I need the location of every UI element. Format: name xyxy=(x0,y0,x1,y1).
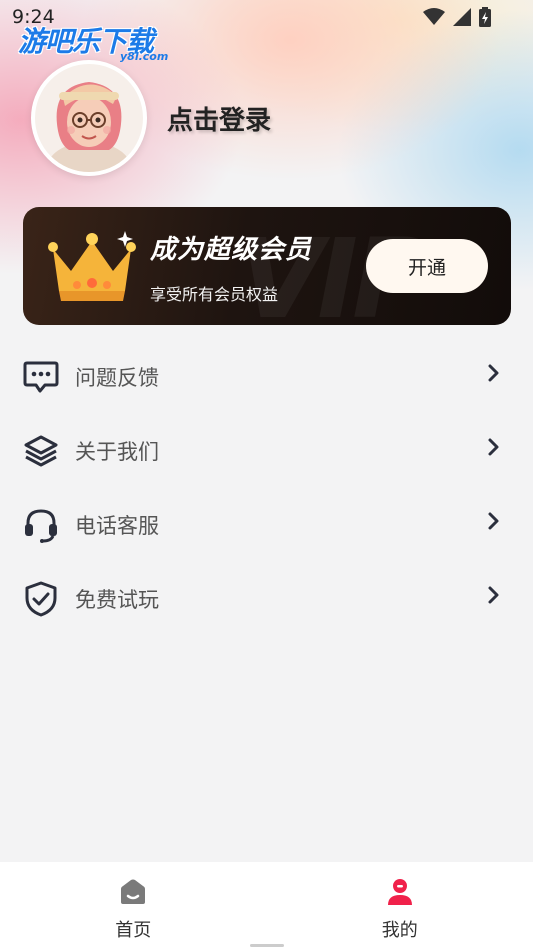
avatar-illustration xyxy=(35,64,143,172)
menu-item-free-trial[interactable]: 免费试玩 xyxy=(0,562,533,636)
bottom-tab-bar: 首页 我的 xyxy=(0,862,533,948)
signal-icon xyxy=(453,8,471,26)
menu-label-about: 关于我们 xyxy=(75,440,159,464)
status-icons xyxy=(423,7,491,27)
vip-title: 成为超级会员 xyxy=(150,235,313,265)
tab-label-home: 首页 xyxy=(115,920,152,941)
chevron-right-icon xyxy=(488,512,499,530)
shield-check-icon xyxy=(22,580,60,618)
menu-label-feedback: 问题反馈 xyxy=(75,366,159,390)
battery-icon xyxy=(479,7,491,27)
menu-item-feedback[interactable]: 问题反馈 xyxy=(0,340,533,414)
menu-label-free-trial: 免费试玩 xyxy=(75,588,159,612)
login-link[interactable]: 点击登录 xyxy=(167,100,271,137)
crown-icon xyxy=(48,231,136,301)
avatar[interactable] xyxy=(31,60,147,176)
headset-icon xyxy=(22,506,60,544)
home-icon xyxy=(121,879,146,904)
vip-subtitle: 享受所有会员权益 xyxy=(150,285,279,304)
menu-label-phone-support: 电话客服 xyxy=(75,514,159,538)
tab-label-mine: 我的 xyxy=(381,920,418,941)
settings-menu: 问题反馈 关于我们 电话客服 免费试玩 xyxy=(0,340,533,636)
chat-dots-icon xyxy=(22,358,60,396)
tab-home[interactable]: 首页 xyxy=(0,862,267,948)
layers-icon xyxy=(22,432,60,470)
vip-card[interactable]: VIP 成为超级会员 享受所有会员权益 开通 xyxy=(23,207,511,325)
menu-item-about[interactable]: 关于我们 xyxy=(0,414,533,488)
wifi-icon xyxy=(423,8,445,25)
chevron-right-icon xyxy=(488,364,499,382)
tab-mine[interactable]: 我的 xyxy=(267,862,533,948)
home-indicator xyxy=(250,944,284,947)
user-icon xyxy=(387,879,412,905)
activate-vip-button[interactable]: 开通 xyxy=(366,239,488,293)
chevron-right-icon xyxy=(488,586,499,604)
watermark-url: y8l.com xyxy=(120,50,169,63)
chevron-right-icon xyxy=(488,438,499,456)
menu-item-phone-support[interactable]: 电话客服 xyxy=(0,488,533,562)
